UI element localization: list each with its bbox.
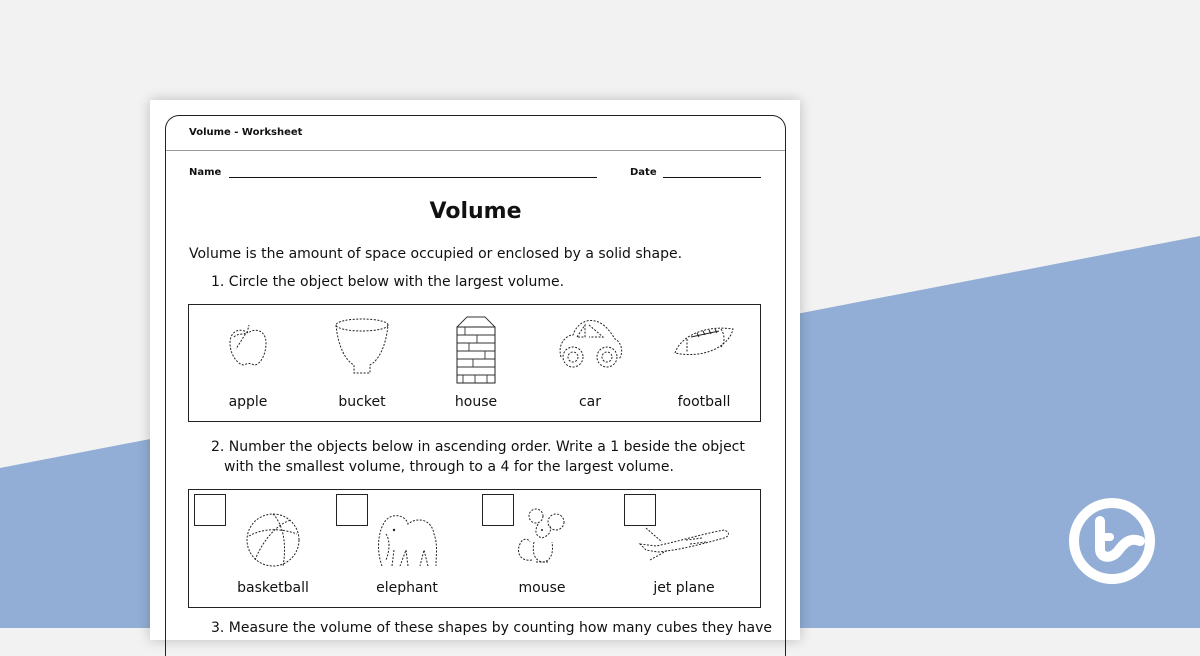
- elephant-icon: [378, 515, 437, 567]
- object-item[interactable]: football: [654, 305, 754, 421]
- object-item: jet plane: [614, 490, 754, 607]
- worksheet-header-title: Volume - Worksheet: [189, 127, 303, 138]
- object-item[interactable]: house: [426, 305, 526, 421]
- header-divider: [166, 150, 785, 151]
- name-field-line: [229, 177, 597, 178]
- mouse-icon: [518, 508, 565, 563]
- object-label: mouse: [518, 580, 566, 596]
- object-item[interactable]: apple: [198, 305, 298, 421]
- object-label: elephant: [376, 580, 438, 596]
- question-3: 3. Measure the volume of these shapes by…: [211, 620, 773, 636]
- object-label: apple: [228, 394, 268, 410]
- page-title: Volume: [429, 199, 522, 224]
- object-label: house: [454, 394, 498, 410]
- teach-starter-logo[interactable]: [1068, 497, 1158, 587]
- intro-text: Volume is the amount of space occupied o…: [189, 246, 683, 262]
- object-label: basketball: [237, 580, 309, 596]
- object-label: jet plane: [653, 580, 715, 596]
- football-icon: [674, 327, 734, 355]
- object-label: football: [677, 394, 731, 410]
- name-label: Name: [189, 167, 222, 178]
- house-icon: [456, 316, 496, 384]
- question-1-objects-box: apple bucket house car football: [188, 304, 761, 422]
- bucket-icon: [335, 318, 389, 374]
- object-item: mouse: [472, 490, 612, 607]
- jet-plane-icon: [638, 527, 729, 561]
- basketball-icon: [246, 513, 300, 567]
- question-2-objects-box: basketball elephant mouse jet plane: [188, 489, 761, 608]
- date-label: Date: [630, 167, 657, 178]
- object-item[interactable]: bucket: [312, 305, 412, 421]
- object-label: car: [578, 394, 602, 410]
- question-1: 1. Circle the object below with the larg…: [211, 274, 565, 290]
- object-label: bucket: [338, 394, 386, 410]
- question-2: 2. Number the objects below in ascending…: [211, 437, 771, 477]
- car-icon: [559, 320, 623, 368]
- worksheet-frame: Volume - Worksheet Name Date Volume Volu…: [165, 115, 786, 656]
- object-item: basketball: [203, 490, 343, 607]
- object-item[interactable]: car: [540, 305, 640, 421]
- object-item: elephant: [337, 490, 477, 607]
- worksheet-preview: Volume - Worksheet Name Date Volume Volu…: [150, 100, 800, 656]
- question-2-line-1: 2. Number the objects below in ascending…: [211, 439, 745, 455]
- question-2-line-2: with the smallest volume, through to a 4…: [224, 459, 674, 475]
- date-field-line: [663, 177, 761, 178]
- apple-icon: [229, 324, 267, 366]
